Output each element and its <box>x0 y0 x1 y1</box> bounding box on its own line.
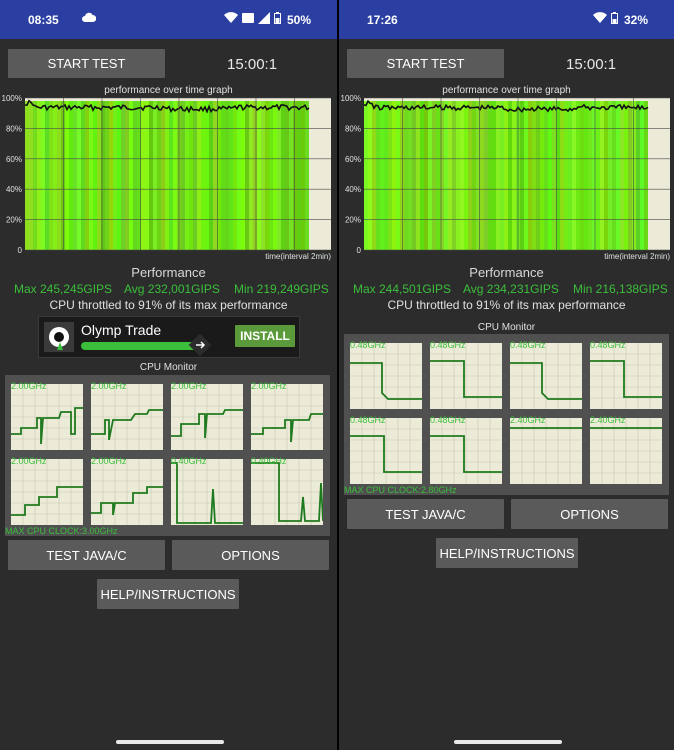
core-frequency: 2.40GHz <box>510 415 546 425</box>
core-frequency: 2.00GHz <box>91 456 127 466</box>
performance-graph: 100% 80% 60% 40% 20% 0 time(interval 2min) <box>2 94 332 261</box>
core-frequency: 2.00GHz <box>91 381 127 391</box>
performance-title: Performance <box>131 265 206 280</box>
cpu-core-graph: 2.00GHz <box>91 381 163 450</box>
install-button[interactable]: INSTALL <box>235 325 295 347</box>
volte-icon <box>241 12 254 27</box>
core-frequency: 2.40GHz <box>590 415 626 425</box>
avg-gips: Avg 234,231GIPS <box>463 282 559 296</box>
x-axis-caption: time(interval 2min) <box>265 252 331 261</box>
core-frequency: 0.48GHz <box>430 415 466 425</box>
performance-graph: 100% 80% 60% 40% 20% 0 time(interval 2min) <box>341 94 671 261</box>
throttle-text: CPU throttled to 91% of its max performa… <box>387 298 626 312</box>
core-frequency: 0.40GHz <box>171 456 207 466</box>
y-tick-label: 40% <box>345 185 361 194</box>
cpu-monitor-title: CPU Monitor <box>139 362 198 373</box>
cpu-core-graph: 2.00GHz <box>91 456 163 525</box>
signal-icon <box>257 12 270 27</box>
cpu-core-graph: 0.48GHz <box>350 415 422 484</box>
max-cpu-clock: MAX CPU CLOCK:2.80GHz <box>344 485 457 495</box>
options-button[interactable]: OPTIONS <box>511 499 668 529</box>
y-tick-label: 80% <box>345 124 361 133</box>
status-bar: 08:35 50% <box>0 0 337 39</box>
cpu-core-graph: 2.40GHz <box>510 415 582 484</box>
core-frequency: 2.00GHz <box>251 381 287 391</box>
core-frequency: 2.00GHz <box>11 381 47 391</box>
test-java-button[interactable]: TEST JAVA/C <box>8 540 165 570</box>
cpu-core-graph: 0.48GHz <box>590 340 662 409</box>
cpu-core-graph: 2.00GHz <box>171 381 243 450</box>
battery-percent: 50% <box>286 12 311 27</box>
cpu-core-graph: 0.40GHz <box>251 456 324 525</box>
ad-progress <box>81 342 203 350</box>
right-screenshot: 17:26 32% START TEST 15:00:1 performance… <box>339 0 674 750</box>
y-tick-label: 100% <box>2 94 22 103</box>
cpu-monitor: 0.48GHz 0.48GHz 0.48GHz 0.48GHz 0.48GHz 0.48G… <box>344 334 669 495</box>
cpu-core-graph: 0.48GHz <box>430 340 502 409</box>
nav-handle[interactable] <box>116 740 224 744</box>
help-instructions-button[interactable]: HELP/INSTRUCTIONS <box>97 579 239 609</box>
max-cpu-clock: MAX CPU CLOCK:3.00GHz <box>5 526 118 536</box>
y-tick-label: 60% <box>6 155 22 164</box>
test-timer: 15:00:1 <box>227 56 278 73</box>
core-frequency: 2.00GHz <box>11 456 47 466</box>
y-tick-label: 20% <box>345 216 361 225</box>
ad-banner[interactable]: Olymp Trade INSTALL <box>38 316 300 358</box>
cpu-monitor-title: CPU Monitor <box>477 322 536 333</box>
wifi-icon <box>592 12 607 27</box>
cpu-core-graph: 0.48GHz <box>350 340 422 409</box>
ad-title: Olymp Trade <box>81 322 162 338</box>
status-time: 08:35 <box>28 13 59 27</box>
ad-logo-icon <box>44 322 74 352</box>
core-frequency: 0.40GHz <box>251 456 287 466</box>
nav-handle[interactable] <box>454 740 562 744</box>
performance-title: Performance <box>469 265 544 280</box>
x-axis-caption: time(interval 2min) <box>604 252 670 261</box>
start-test-button[interactable]: START TEST <box>347 49 504 78</box>
help-instructions-button[interactable]: HELP/INSTRUCTIONS <box>436 538 578 568</box>
y-tick-label: 0 <box>357 246 362 255</box>
left-screenshot: 08:35 50% START TEST 15:00:1 performance… <box>0 0 337 750</box>
battery-percent: 32% <box>623 12 648 27</box>
core-frequency: 0.48GHz <box>510 340 546 350</box>
y-tick-label: 20% <box>6 216 22 225</box>
y-tick-label: 80% <box>6 124 22 133</box>
core-frequency: 0.48GHz <box>350 340 386 350</box>
test-timer: 15:00:1 <box>566 56 617 73</box>
cpu-monitor: 2.00GHz 2.00GHz 2.00GHz 2.00GHz 2.00GHz 2.00G… <box>5 375 330 536</box>
max-gips: Max 244,501GIPS <box>353 282 452 296</box>
start-test-button[interactable]: START TEST <box>8 49 165 78</box>
core-frequency: 0.48GHz <box>350 415 386 425</box>
battery-icon <box>610 12 618 27</box>
cpu-core-graph: 0.48GHz <box>430 415 502 484</box>
status-time: 17:26 <box>367 13 398 27</box>
cpu-core-graph: 2.00GHz <box>11 381 83 450</box>
cpu-core-graph: 0.48GHz <box>510 340 582 409</box>
test-java-button[interactable]: TEST JAVA/C <box>347 499 504 529</box>
throttle-text: CPU throttled to 91% of its max performa… <box>49 298 288 312</box>
core-frequency: 0.48GHz <box>430 340 466 350</box>
core-frequency: 0.48GHz <box>590 340 626 350</box>
options-button[interactable]: OPTIONS <box>172 540 329 570</box>
cpu-core-graph: 2.00GHz <box>11 456 83 525</box>
arrow-icon <box>188 333 212 357</box>
y-tick-label: 40% <box>6 185 22 194</box>
y-tick-label: 0 <box>18 246 23 255</box>
max-gips: Max 245,245GIPS <box>14 282 113 296</box>
min-gips: Min 219,249GIPS <box>234 282 329 296</box>
wifi-icon <box>223 12 238 27</box>
cpu-core-graph: 2.00GHz <box>251 381 323 450</box>
min-gips: Min 216,138GIPS <box>573 282 668 296</box>
status-bar: 17:26 32% <box>339 0 674 39</box>
cpu-core-graph: 0.40GHz <box>171 456 243 525</box>
cloud-icon <box>82 12 97 27</box>
battery-icon <box>273 12 281 27</box>
y-tick-label: 100% <box>341 94 361 103</box>
core-frequency: 2.00GHz <box>171 381 207 391</box>
avg-gips: Avg 232,001GIPS <box>124 282 220 296</box>
y-tick-label: 60% <box>345 155 361 164</box>
cpu-core-graph: 2.40GHz <box>590 415 662 484</box>
